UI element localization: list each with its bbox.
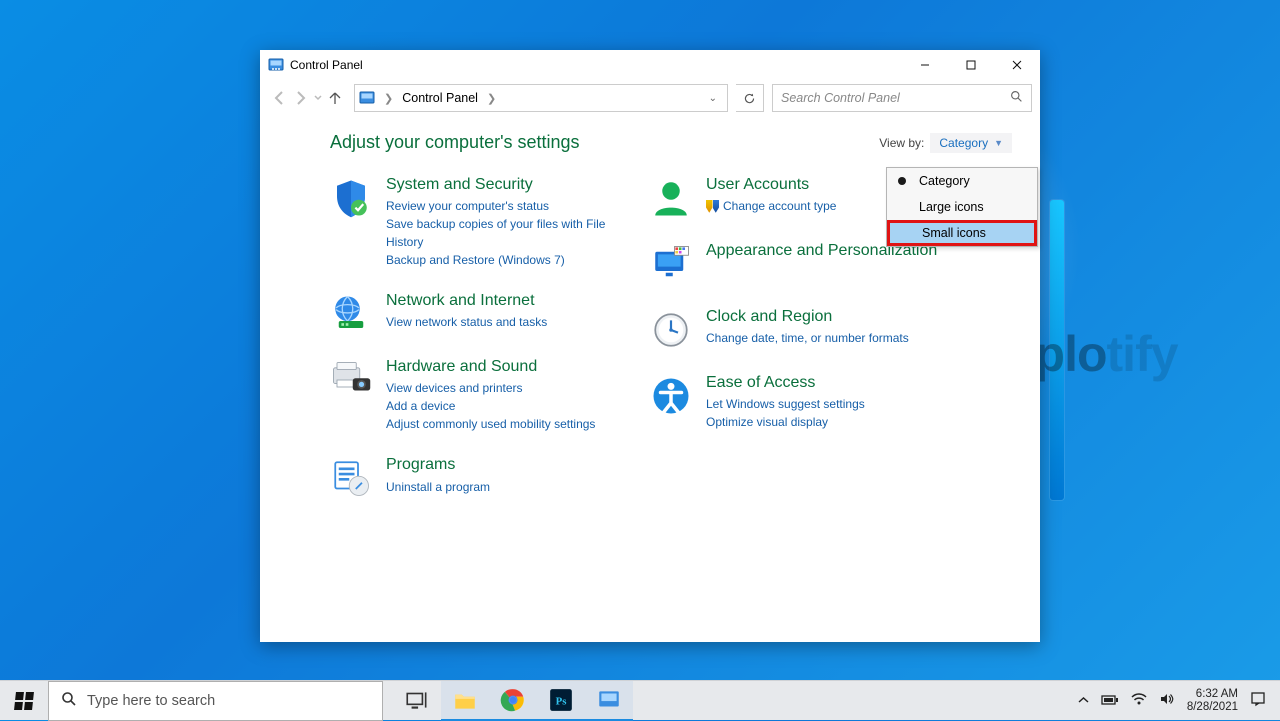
maximize-button[interactable] (948, 50, 994, 80)
view-by-dropdown-button[interactable]: Category ▼ (930, 133, 1012, 153)
windows-logo-icon (14, 692, 34, 710)
view-by-label: View by: (879, 136, 924, 150)
address-icon (359, 90, 375, 106)
notifications-icon[interactable] (1250, 691, 1266, 710)
chevron-right-icon: ❯ (484, 92, 499, 105)
dropdown-label: Category (919, 174, 970, 188)
address-bar[interactable]: ❯ Control Panel ❯ ⌄ (354, 84, 728, 112)
link-add-device[interactable]: Add a device (386, 397, 595, 415)
dropdown-item-category[interactable]: Category (887, 168, 1037, 194)
clock-icon (650, 309, 692, 351)
photoshop-button[interactable]: Ps (537, 681, 585, 721)
category-ease-of-access[interactable]: Ease of Access Let Windows suggest setti… (650, 373, 950, 431)
link-file-history[interactable]: Save backup copies of your files with Fi… (386, 215, 620, 251)
accessibility-icon (650, 375, 692, 417)
navigation-bar: ❯ Control Panel ❯ ⌄ (260, 82, 1040, 114)
control-panel-icon (268, 57, 284, 73)
link-mobility-settings[interactable]: Adjust commonly used mobility settings (386, 415, 595, 433)
dropdown-label: Large icons (919, 200, 984, 214)
taskbar: Type here to search Ps 6:32 AM 8/28/2021 (0, 680, 1280, 720)
recent-locations-button[interactable] (312, 87, 324, 109)
category-programs[interactable]: Programs Uninstall a program (330, 455, 620, 499)
taskbar-clock[interactable]: 6:32 AM 8/28/2021 (1187, 688, 1238, 713)
taskbar-search[interactable]: Type here to search (48, 681, 383, 721)
bullet-icon (898, 177, 906, 185)
address-dropdown-button[interactable]: ⌄ (709, 93, 723, 104)
view-by-control: View by: Category ▼ (879, 133, 1012, 153)
search-input[interactable] (781, 91, 1010, 105)
start-button[interactable] (0, 681, 48, 721)
link-devices-printers[interactable]: View devices and printers (386, 379, 595, 397)
close-button[interactable] (994, 50, 1040, 80)
taskbar-date: 8/28/2021 (1187, 701, 1238, 714)
printer-camera-icon (330, 359, 372, 401)
user-icon (650, 177, 692, 219)
category-title[interactable]: Clock and Region (706, 307, 909, 326)
window-titlebar[interactable]: Control Panel (260, 50, 1040, 80)
globe-network-icon (330, 293, 372, 335)
breadcrumb-control-panel[interactable]: Control Panel (402, 91, 478, 105)
category-system-security[interactable]: System and Security Review your computer… (330, 175, 620, 269)
view-by-value: Category (939, 136, 988, 150)
shield-icon (330, 177, 372, 219)
category-appearance[interactable]: Appearance and Personalization (650, 241, 950, 285)
category-title[interactable]: Programs (386, 455, 490, 474)
chevron-right-icon: ❯ (381, 92, 396, 105)
category-hardware[interactable]: Hardware and Sound View devices and prin… (330, 357, 620, 433)
dropdown-label: Small icons (922, 226, 986, 240)
link-network-status[interactable]: View network status and tasks (386, 313, 547, 331)
volume-icon[interactable] (1159, 692, 1175, 709)
link-review-status[interactable]: Review your computer's status (386, 197, 620, 215)
control-panel-window: Control Panel ❯ Control Panel ❯ ⌄ (260, 50, 1040, 642)
chrome-button[interactable] (489, 681, 537, 721)
watermark-b: tify (1107, 326, 1178, 382)
category-title[interactable]: Ease of Access (706, 373, 865, 392)
category-title[interactable]: User Accounts (706, 175, 836, 194)
window-title: Control Panel (290, 58, 363, 72)
battery-icon[interactable] (1101, 693, 1119, 709)
category-network[interactable]: Network and Internet View network status… (330, 291, 620, 335)
search-bar[interactable] (772, 84, 1032, 112)
taskbar-search-hint: Type here to search (87, 693, 215, 709)
file-explorer-button[interactable] (441, 681, 489, 721)
programs-icon (330, 457, 372, 499)
forward-button[interactable] (290, 87, 312, 109)
category-title[interactable]: System and Security (386, 175, 620, 194)
search-icon (61, 691, 77, 711)
link-backup-restore[interactable]: Backup and Restore (Windows 7) (386, 251, 620, 269)
task-view-button[interactable] (393, 681, 441, 721)
control-panel-taskbar-button[interactable] (585, 681, 633, 721)
link-change-datetime[interactable]: Change date, time, or number formats (706, 329, 909, 347)
back-button[interactable] (268, 87, 290, 109)
dropdown-item-large-icons[interactable]: Large icons (887, 194, 1037, 220)
left-column: System and Security Review your computer… (330, 175, 620, 499)
dropdown-item-small-icons[interactable]: Small icons (887, 220, 1037, 246)
taskbar-time: 6:32 AM (1187, 688, 1238, 701)
monitor-palette-icon (650, 243, 692, 285)
search-icon (1010, 90, 1023, 106)
category-title[interactable]: Hardware and Sound (386, 357, 595, 376)
tray-chevron-up-icon[interactable] (1078, 693, 1089, 709)
link-windows-suggest[interactable]: Let Windows suggest settings (706, 395, 865, 413)
system-tray: 6:32 AM 8/28/2021 (1078, 681, 1280, 721)
page-heading: Adjust your computer's settings (330, 132, 580, 153)
uac-shield-icon (706, 200, 719, 213)
category-clock-region[interactable]: Clock and Region Change date, time, or n… (650, 307, 950, 351)
refresh-button[interactable] (736, 84, 764, 112)
chevron-down-icon: ▼ (994, 138, 1003, 148)
up-button[interactable] (324, 87, 346, 109)
link-optimize-display[interactable]: Optimize visual display (706, 413, 865, 431)
wifi-icon[interactable] (1131, 692, 1147, 709)
svg-text:Ps: Ps (556, 695, 567, 707)
link-change-account-type[interactable]: Change account type (723, 197, 836, 215)
view-by-dropdown-menu: Category Large icons Small icons (886, 167, 1038, 247)
minimize-button[interactable] (902, 50, 948, 80)
category-title[interactable]: Network and Internet (386, 291, 547, 310)
link-uninstall-program[interactable]: Uninstall a program (386, 478, 490, 496)
